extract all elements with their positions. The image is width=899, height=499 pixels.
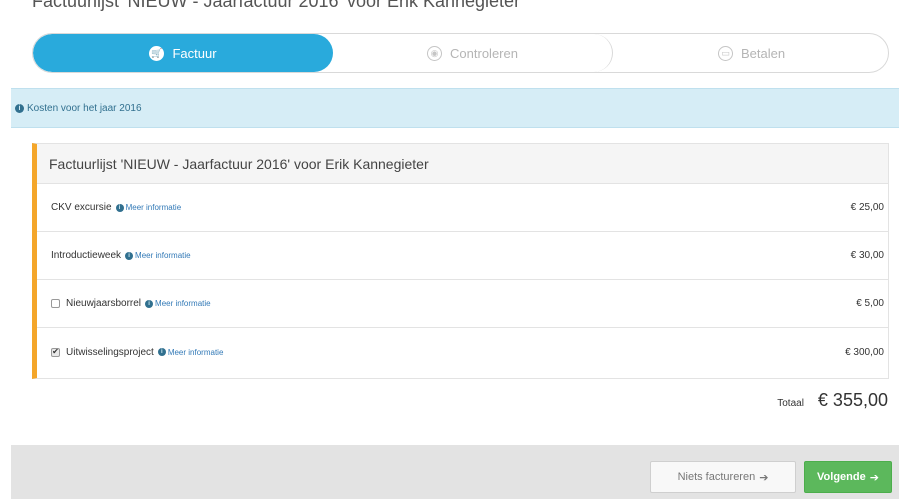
total-summary: Totaal € 355,00	[777, 390, 888, 411]
more-info-link[interactable]: i Meer informatie	[125, 251, 191, 260]
item-name: Introductieweek	[51, 250, 122, 261]
item-amount: € 5,00	[856, 298, 884, 309]
item-checkbox[interactable]: ✔	[51, 347, 60, 357]
total-value: € 355,00	[817, 390, 888, 410]
item-name: Nieuwjaarsborrel	[66, 298, 142, 309]
info-alert: i Kosten voor het jaar 2016	[11, 88, 899, 128]
info-icon: i	[125, 251, 134, 260]
cart-icon: 🛒	[149, 45, 165, 61]
panel-title: Factuurlijst 'NIEUW - Jaarfactuur 2016' …	[37, 144, 888, 184]
item-checkbox[interactable]	[51, 299, 60, 308]
info-icon: i	[157, 348, 166, 356]
step-factuur[interactable]: 🛒 Factuur	[33, 34, 333, 72]
credit-card-icon: ▭	[717, 45, 733, 61]
item-amount: € 300,00	[845, 346, 884, 358]
item-amount: € 30,00	[850, 250, 884, 261]
item-name: Uitwisselingsproject	[66, 346, 154, 358]
info-icon: i	[15, 103, 24, 113]
more-info-link[interactable]: i Meer informatie	[145, 299, 211, 308]
info-icon: i	[145, 299, 154, 308]
invoice-panel: Factuurlijst 'NIEUW - Jaarfactuur 2016' …	[32, 143, 889, 379]
arrow-right-icon: ➔	[869, 471, 879, 484]
more-info-link[interactable]: i Meer informatie	[157, 347, 224, 357]
footer-bar: Niets factureren ➔ Volgende ➔	[11, 445, 899, 499]
more-info-label: Meer informatie	[167, 347, 224, 357]
info-text: Kosten voor het jaar 2016	[27, 102, 142, 114]
item-amount: € 25,00	[850, 202, 884, 213]
next-button[interactable]: Volgende ➔	[804, 461, 892, 493]
page-heading: Factuurlijst 'NIEUW - Jaarfactuur 2016' …	[32, 0, 521, 11]
skip-invoice-label: Niets factureren	[677, 471, 756, 483]
eye-icon: ◉	[427, 45, 443, 61]
more-info-label: Meer informatie	[135, 251, 191, 260]
step-factuur-label: Factuur	[172, 45, 217, 61]
step-betalen[interactable]: ▭ Betalen	[613, 34, 888, 72]
arrow-right-icon: ➔	[759, 471, 769, 484]
total-label: Totaal	[777, 398, 804, 409]
info-icon: i	[115, 203, 124, 212]
list-item: Introductieweek i Meer informatie € 30,0…	[37, 232, 888, 280]
step-betalen-label: Betalen	[740, 45, 786, 61]
more-info-label: Meer informatie	[155, 299, 211, 308]
skip-invoice-button[interactable]: Niets factureren ➔	[650, 461, 796, 493]
next-label: Volgende	[817, 471, 866, 483]
list-item: CKV excursie i Meer informatie € 25,00	[37, 184, 888, 232]
step-controleren[interactable]: ◉ Controleren	[333, 34, 613, 72]
wizard-steps: 🛒 Factuur ◉ Controleren ▭ Betalen	[32, 33, 889, 73]
list-item: ✔ Uitwisselingsproject i Meer informatie…	[37, 328, 888, 376]
more-info-link[interactable]: i Meer informatie	[115, 203, 182, 212]
more-info-label: Meer informatie	[125, 203, 182, 212]
list-item: Nieuwjaarsborrel i Meer informatie € 5,0…	[37, 280, 888, 328]
item-name: CKV excursie	[51, 202, 112, 213]
step-controleren-label: Controleren	[450, 45, 518, 61]
